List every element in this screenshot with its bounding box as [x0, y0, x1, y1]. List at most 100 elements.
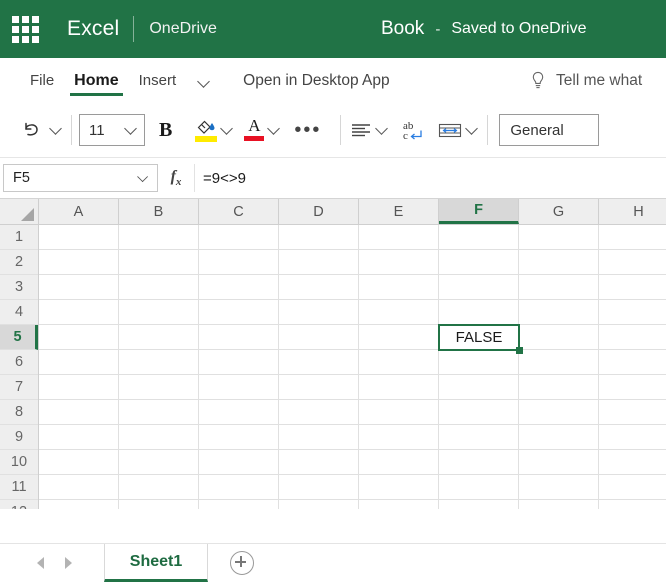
- grid-cell-B10[interactable]: [119, 450, 199, 475]
- grid-cell-H5[interactable]: [599, 325, 666, 350]
- grid-cell-C3[interactable]: [199, 275, 279, 300]
- row-header-6[interactable]: 6: [0, 350, 38, 375]
- grid-cell-A2[interactable]: [39, 250, 119, 275]
- column-header-B[interactable]: B: [119, 199, 199, 224]
- font-size-input[interactable]: 11: [79, 114, 145, 146]
- sheet-tab-sheet1[interactable]: Sheet1: [104, 544, 208, 582]
- grid-cell-D5[interactable]: [279, 325, 359, 350]
- app-name[interactable]: Excel: [67, 17, 119, 41]
- grid-cell-D1[interactable]: [279, 225, 359, 250]
- grid-cell-C11[interactable]: [199, 475, 279, 500]
- grid-cell-E8[interactable]: [359, 400, 439, 425]
- grid-cell-C2[interactable]: [199, 250, 279, 275]
- grid-cell-E9[interactable]: [359, 425, 439, 450]
- grid-cell-A11[interactable]: [39, 475, 119, 500]
- column-header-H[interactable]: H: [599, 199, 666, 224]
- grid-cell-G11[interactable]: [519, 475, 599, 500]
- row-header-9[interactable]: 9: [0, 425, 38, 450]
- grid-cell-C8[interactable]: [199, 400, 279, 425]
- grid-cell-H12[interactable]: [599, 500, 666, 509]
- grid-cell-D8[interactable]: [279, 400, 359, 425]
- grid-cell-G6[interactable]: [519, 350, 599, 375]
- alignment-button[interactable]: [348, 110, 390, 150]
- chevron-down-icon[interactable]: [123, 122, 139, 138]
- selected-cell-F5[interactable]: FALSE: [438, 324, 520, 351]
- grid-cell-D4[interactable]: [279, 300, 359, 325]
- row-header-12[interactable]: 12: [0, 500, 38, 509]
- grid-cell-D10[interactable]: [279, 450, 359, 475]
- grid-cell-E11[interactable]: [359, 475, 439, 500]
- grid-cell-C12[interactable]: [199, 500, 279, 509]
- sheet-next-icon[interactable]: [54, 544, 82, 582]
- grid-cell-B3[interactable]: [119, 275, 199, 300]
- grid-cell-H1[interactable]: [599, 225, 666, 250]
- grid-cell-G3[interactable]: [519, 275, 599, 300]
- grid-cell-E3[interactable]: [359, 275, 439, 300]
- chevron-down-icon[interactable]: [219, 122, 235, 138]
- grid-cell-F10[interactable]: [439, 450, 519, 475]
- bold-button[interactable]: B: [145, 110, 186, 150]
- grid-cell-D12[interactable]: [279, 500, 359, 509]
- name-box[interactable]: F5: [3, 164, 158, 192]
- grid-cell-A6[interactable]: [39, 350, 119, 375]
- grid-cell-C7[interactable]: [199, 375, 279, 400]
- undo-button[interactable]: [20, 110, 64, 150]
- grid-cell-G10[interactable]: [519, 450, 599, 475]
- wrap-text-button[interactable]: ab c: [390, 110, 436, 150]
- grid-cell-F1[interactable]: [439, 225, 519, 250]
- grid-cell-D6[interactable]: [279, 350, 359, 375]
- chevron-down-icon[interactable]: [374, 122, 390, 138]
- font-color-button[interactable]: A: [235, 110, 282, 150]
- grid-cell-F7[interactable]: [439, 375, 519, 400]
- more-formatting-options-button[interactable]: •••: [282, 110, 333, 150]
- grid-cell-B6[interactable]: [119, 350, 199, 375]
- grid-cell-C5[interactable]: [199, 325, 279, 350]
- grid-cell-A8[interactable]: [39, 400, 119, 425]
- column-header-A[interactable]: A: [39, 199, 119, 224]
- grid-cell-F11[interactable]: [439, 475, 519, 500]
- chevron-down-icon[interactable]: [464, 122, 480, 138]
- grid-cell-C1[interactable]: [199, 225, 279, 250]
- grid-cell-E2[interactable]: [359, 250, 439, 275]
- open-in-desktop-app-button[interactable]: Open in Desktop App: [243, 72, 390, 90]
- grid-cell-F12[interactable]: [439, 500, 519, 509]
- grid-cell-G9[interactable]: [519, 425, 599, 450]
- grid-cell-H3[interactable]: [599, 275, 666, 300]
- chevron-down-icon[interactable]: [136, 171, 150, 185]
- grid-cell-B2[interactable]: [119, 250, 199, 275]
- grid-cell-H11[interactable]: [599, 475, 666, 500]
- grid-cell-F4[interactable]: [439, 300, 519, 325]
- grid-cell-G2[interactable]: [519, 250, 599, 275]
- grid-cell-F8[interactable]: [439, 400, 519, 425]
- column-header-G[interactable]: G: [519, 199, 599, 224]
- grid-cell-A12[interactable]: [39, 500, 119, 509]
- merge-cells-button[interactable]: [436, 110, 480, 150]
- grid-cell-F6[interactable]: [439, 350, 519, 375]
- add-sheet-icon[interactable]: [230, 551, 254, 575]
- grid-cell-G5[interactable]: [519, 325, 599, 350]
- grid-cell-D7[interactable]: [279, 375, 359, 400]
- storage-location[interactable]: OneDrive: [149, 20, 217, 38]
- grid-cell-H9[interactable]: [599, 425, 666, 450]
- tab-file[interactable]: File: [20, 58, 64, 103]
- grid-cell-H8[interactable]: [599, 400, 666, 425]
- grid-cell-C4[interactable]: [199, 300, 279, 325]
- grid-cell-A7[interactable]: [39, 375, 119, 400]
- grid-cell-A3[interactable]: [39, 275, 119, 300]
- save-status[interactable]: Saved to OneDrive: [451, 20, 586, 38]
- grid-cell-H4[interactable]: [599, 300, 666, 325]
- row-header-7[interactable]: 7: [0, 375, 38, 400]
- formula-input[interactable]: =9<>9: [194, 164, 666, 192]
- document-title[interactable]: Book: [381, 18, 424, 40]
- fill-handle[interactable]: [516, 347, 523, 354]
- grid-cell-B8[interactable]: [119, 400, 199, 425]
- select-all-corner[interactable]: [0, 199, 39, 224]
- grid-cell-B5[interactable]: [119, 325, 199, 350]
- column-header-C[interactable]: C: [199, 199, 279, 224]
- tell-me-search[interactable]: Tell me what: [530, 71, 642, 91]
- tab-home[interactable]: Home: [64, 58, 128, 103]
- grid-cell-G7[interactable]: [519, 375, 599, 400]
- column-header-F[interactable]: F: [439, 199, 519, 224]
- grid-cell-H6[interactable]: [599, 350, 666, 375]
- grid-cell-G8[interactable]: [519, 400, 599, 425]
